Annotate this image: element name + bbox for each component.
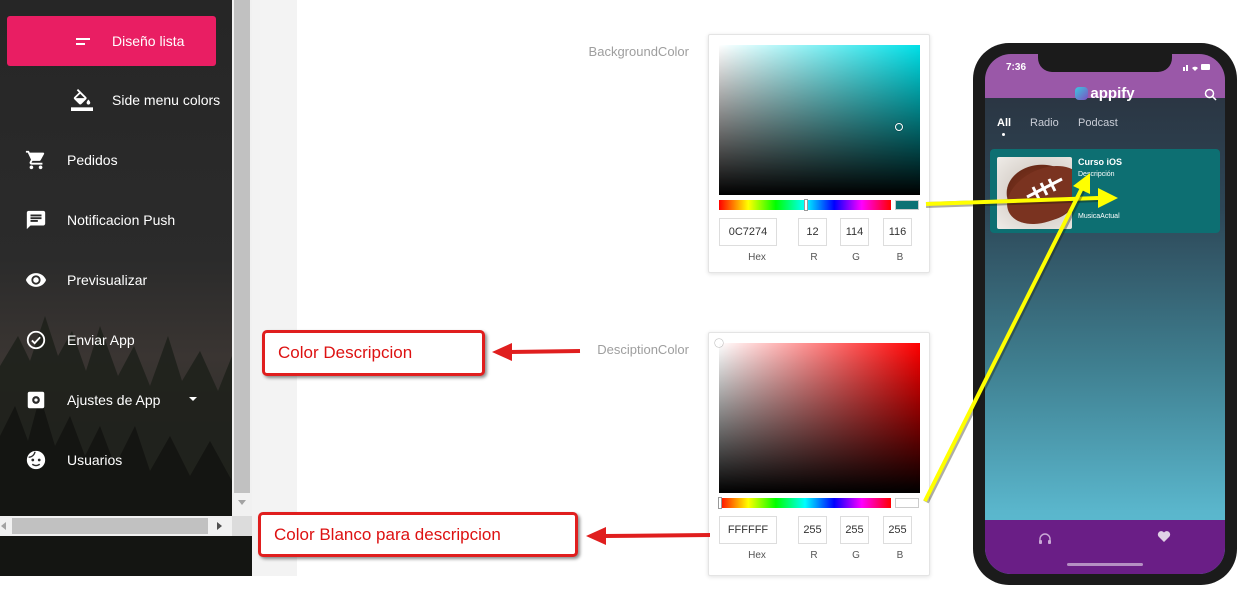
hue-handle[interactable] [718,497,722,509]
hue-slider[interactable] [718,497,891,509]
sidebar-item-label: Side menu colors [112,92,221,108]
description-color-picker: FFFFFF 255 255 255 Hex R G B [708,332,930,576]
color-blanco-callout: Color Blanco para descripcion [258,512,578,557]
red-caption: R [810,550,818,561]
card-description: Descripción [1078,171,1115,178]
phone-screen: 7:36 appify All Radio Podcast Curso iOS … [985,54,1225,574]
saturation-area[interactable] [715,339,920,493]
sidebar-item-usuarios[interactable]: Usuarios [0,435,232,485]
red-input[interactable]: 12 [798,218,827,246]
background-color-picker: 0C7274 12 114 116 Hex R G B [708,34,930,273]
scrollbar-corner [232,516,252,536]
green-caption: G [852,550,860,561]
cart-icon [24,148,48,172]
screen-root: Diseño lista Side menu colors Pedidos No… [0,0,1249,590]
description-color-label: DesciptionColor [597,342,689,357]
sidebar-item-label: Diseño lista [112,33,185,49]
scrollbar-thumb[interactable] [234,0,250,493]
list-item-card[interactable]: Curso iOS Descripción MusicaActual [990,149,1220,233]
color-swatch [895,200,919,210]
green-input[interactable]: 255 [840,516,869,544]
list-icon [71,29,95,53]
red-input[interactable]: 255 [798,516,827,544]
home-indicator [1067,563,1143,566]
sidebar: Diseño lista Side menu colors Pedidos No… [0,0,252,576]
phone-preview: 7:36 appify All Radio Podcast Curso iOS … [973,43,1237,585]
hex-input[interactable]: 0C7274 [719,218,777,246]
football-thumbnail [997,157,1072,229]
sidebar-vertical-scrollbar[interactable] [232,0,252,516]
scroll-right-icon[interactable] [217,522,222,530]
background-color-label: BackgroundColor [588,44,689,59]
caret-down-icon[interactable] [189,397,197,401]
sidebar-item-side-menu-colors[interactable]: Side menu colors [0,75,232,125]
hex-input[interactable]: FFFFFF [719,516,777,544]
sidebar-item-label: Ajustes de App [67,392,161,408]
saturation-handle[interactable] [715,339,723,347]
eye-icon [24,268,48,292]
settings-icon [24,388,48,412]
headphones-icon[interactable] [1038,532,1052,551]
sidebar-item-label: Enviar App [67,332,135,348]
phone-bottom-bar [985,520,1225,574]
red-arrow-to-white-callout [586,527,711,545]
hex-caption: Hex [748,252,766,263]
saturation-area[interactable] [719,45,920,195]
paint-bucket-icon [70,88,94,112]
green-caption: G [852,252,860,263]
content-gutter [252,0,297,576]
sidebar-item-label: Previsualizar [67,272,148,288]
feedback-icon [24,208,48,232]
color-descripcion-callout: Color Descripcion [262,330,485,376]
scroll-left-icon[interactable] [1,522,6,530]
blue-input[interactable]: 116 [883,218,912,246]
scrollbar-thumb[interactable] [12,518,208,534]
tab-all[interactable]: All [997,117,1011,129]
sidebar-item-previsualizar[interactable]: Previsualizar [0,255,232,305]
hue-handle[interactable] [804,199,808,211]
phone-notch [1038,54,1172,72]
red-caption: R [810,252,818,263]
sidebar-item-label: Usuarios [67,452,123,468]
blue-caption: B [896,550,904,561]
color-swatch [895,498,919,508]
check-circle-icon [24,328,48,352]
saturation-handle[interactable] [895,123,903,131]
sidebar-horizontal-scrollbar[interactable] [0,516,232,536]
app-name: appify [1090,85,1135,102]
sidebar-item-notificacion-push[interactable]: Notificacion Push [0,195,232,245]
status-icons [1183,62,1211,73]
tab-radio[interactable]: Radio [1030,117,1059,129]
blue-input[interactable]: 255 [883,516,912,544]
sidebar-item-pedidos[interactable]: Pedidos [0,135,232,185]
card-meta: MusicaActual [1078,213,1120,220]
app-title: appify [985,85,1225,102]
blue-caption: B [896,252,904,263]
sidebar-item-diseno-lista[interactable]: Diseño lista [7,16,216,66]
sidebar-item-enviar-app[interactable]: Enviar App [0,315,232,365]
face-icon [24,448,48,472]
tab-podcast[interactable]: Podcast [1078,117,1118,129]
hue-slider[interactable] [719,199,891,211]
sidebar-item-label: Pedidos [67,152,118,168]
green-input[interactable]: 114 [840,218,869,246]
active-tab-indicator [1002,133,1005,136]
hex-caption: Hex [748,550,766,561]
heart-icon[interactable] [1157,530,1171,548]
sidebar-item-ajustes-de-app[interactable]: Ajustes de App [0,375,232,425]
scroll-down-icon[interactable] [238,500,246,505]
card-title: Curso iOS [1078,157,1123,167]
appify-logo-icon [1075,87,1089,100]
phone-tabs: All Radio Podcast [985,117,1225,145]
search-icon[interactable] [1204,88,1217,106]
sidebar-item-label: Notificacion Push [67,212,176,228]
phone-time: 7:36 [1006,62,1027,73]
